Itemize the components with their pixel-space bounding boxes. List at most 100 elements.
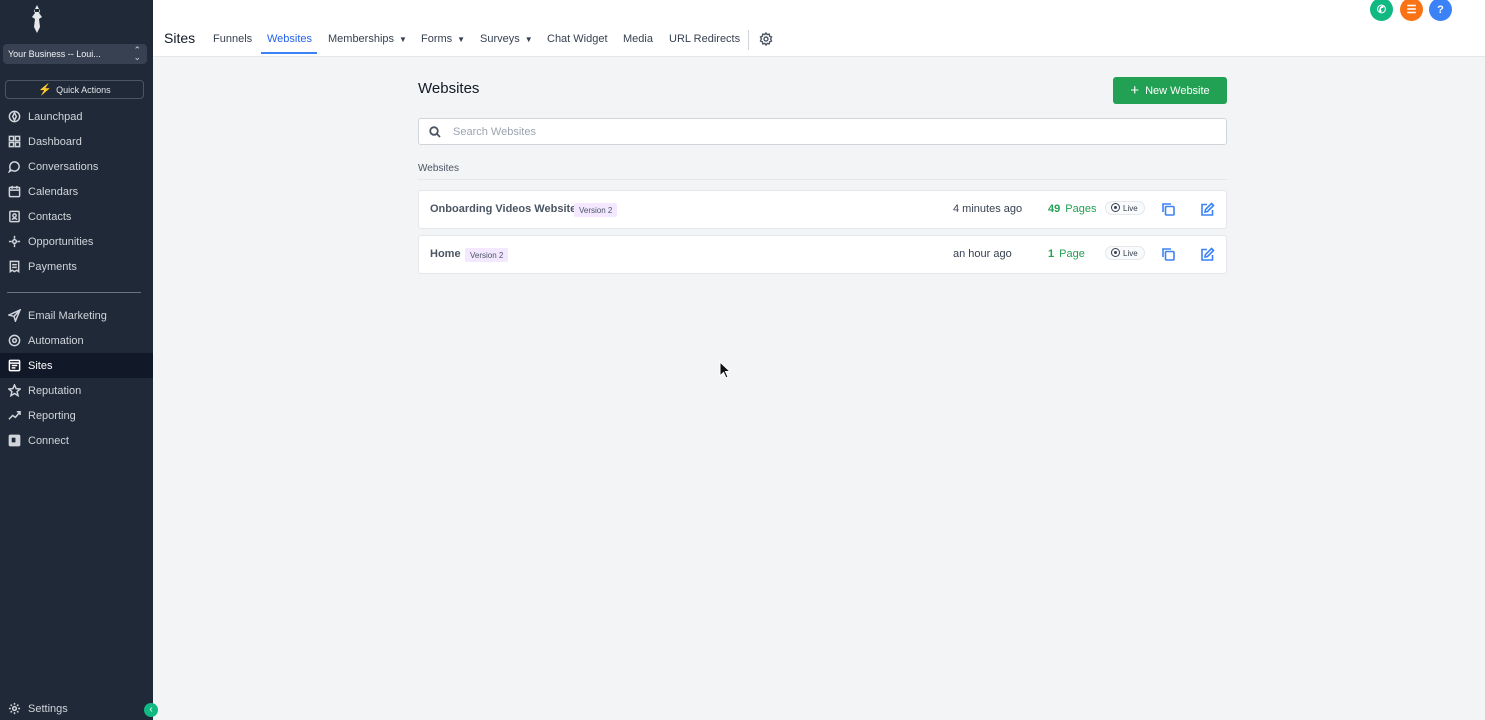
sidebar-item-dashboard[interactable]: Dashboard [0, 129, 153, 154]
live-status-icon [1111, 203, 1120, 212]
brand-logo-icon[interactable] [27, 5, 47, 33]
up-down-chevron-icon: ⌃ ⌄ [133, 45, 141, 62]
business-name: Your Business -- Loui... [8, 49, 101, 59]
sidebar-item-label: Automation [28, 334, 84, 347]
list-label: Websites [418, 163, 459, 174]
sidebar-item-label: Payments [28, 260, 77, 273]
tab-label: Surveys [480, 33, 520, 45]
sidebar-item-label: Reporting [28, 409, 76, 422]
automation-icon [8, 334, 21, 347]
tab-label: Media [623, 33, 653, 45]
plus-icon: + [1130, 81, 1140, 99]
sidebar-item-label: Contacts [28, 210, 72, 223]
sidebar-item-label: Calendars [28, 185, 79, 198]
website-row[interactable]: Home Version 2 an hour ago 1 Page Live [418, 235, 1227, 274]
sidebar-item-payments[interactable]: Payments [0, 254, 153, 279]
page-count-unit: Pages [1065, 203, 1097, 215]
tab-label: Websites [267, 33, 313, 45]
calendar-icon [8, 185, 21, 198]
sidebar-item-contacts[interactable]: Contacts [0, 204, 153, 229]
star-icon [8, 384, 21, 397]
tab-label: Funnels [213, 33, 253, 45]
list-divider [418, 179, 1227, 180]
version-badge: Version 2 [574, 203, 618, 217]
tab-label: Memberships [328, 33, 395, 45]
sidebar-item-conversations[interactable]: Conversations [0, 154, 153, 179]
top-bar: Sites Funnels Websites Memberships ▼ Form… [153, 0, 1485, 57]
chevron-down-icon: ▼ [399, 35, 407, 44]
sidebar-item-reputation[interactable]: Reputation [0, 378, 153, 403]
version-badge: Version 2 [465, 248, 509, 262]
mouse-cursor-icon [719, 361, 731, 379]
tab-label: Chat Widget [547, 33, 608, 45]
page-count-number: 1 [1048, 248, 1055, 260]
rocket-icon [8, 110, 21, 123]
trend-icon [8, 411, 21, 420]
sidebar-item-label: Email Marketing [28, 309, 107, 322]
sidebar-item-opportunities[interactable]: Opportunities [0, 229, 153, 254]
edit-icon[interactable] [1200, 247, 1215, 262]
section-title: Sites [164, 30, 196, 46]
sidebar-divider [7, 292, 141, 293]
sidebar-item-label: Opportunities [28, 235, 94, 248]
status-badge: Live [1105, 246, 1145, 260]
phone-icon: ✆ [1376, 4, 1387, 16]
collapse-sidebar-button[interactable]: ‹ [144, 703, 158, 717]
page-count: 1 Page [1048, 248, 1085, 260]
tab-chat-widget[interactable]: Chat Widget [547, 33, 608, 45]
tab-separator [748, 30, 749, 50]
page-title: Websites [418, 80, 480, 97]
sidebar: Your Business -- Loui... ⌃ ⌄ ⚡ Quick Acti… [0, 0, 158, 720]
sidebar-item-reporting[interactable]: Reporting [0, 403, 153, 428]
contacts-icon [9, 210, 20, 223]
sidebar-item-label: Reputation [28, 384, 82, 397]
sidebar-item-settings[interactable]: Settings [0, 696, 153, 720]
sidebar-item-launchpad[interactable]: Launchpad [0, 104, 153, 129]
connect-icon [8, 434, 21, 447]
search-icon [429, 126, 441, 138]
website-row[interactable]: Onboarding Videos Website Version 2 4 mi… [418, 190, 1227, 229]
sidebar-item-sites[interactable]: Sites [0, 353, 153, 378]
sidebar-item-label: Launchpad [28, 110, 83, 123]
duplicate-icon[interactable] [1161, 202, 1176, 217]
sidebar-item-label: Connect [28, 434, 69, 447]
status-badge: Live [1105, 201, 1145, 215]
help-button[interactable]: ? [1429, 0, 1452, 21]
sidebar-item-connect[interactable]: Connect [0, 428, 153, 453]
task-list-button[interactable]: ☰ [1400, 0, 1423, 21]
tab-label: URL Redirects [669, 33, 741, 45]
sidebar-item-automation[interactable]: Automation [0, 328, 153, 353]
duplicate-icon[interactable] [1161, 247, 1176, 262]
tab-label: Forms [421, 33, 453, 45]
edit-icon[interactable] [1200, 202, 1215, 217]
sidebar-item-label: Settings [28, 702, 68, 715]
tab-surveys[interactable]: Surveys ▼ [480, 33, 533, 45]
sidebar-item-email-marketing[interactable]: Email Marketing [0, 303, 153, 328]
quick-actions-button[interactable]: ⚡ Quick Actions [5, 80, 144, 99]
chevron-down-icon: ▼ [524, 35, 533, 44]
tab-funnels[interactable]: Funnels [213, 33, 252, 45]
dashboard-icon [8, 135, 21, 148]
tab-websites[interactable]: Websites [267, 33, 312, 45]
tab-media[interactable]: Media [623, 33, 653, 45]
website-name[interactable]: Onboarding Videos Website [430, 203, 576, 215]
tab-url-redirects[interactable]: URL Redirects [669, 33, 740, 45]
phone-button[interactable]: ✆ [1370, 0, 1393, 21]
new-website-button[interactable]: + New Website [1113, 77, 1227, 104]
chevron-down-icon: ▼ [457, 35, 466, 44]
site-settings-gear-icon[interactable] [759, 32, 773, 46]
sidebar-item-label: Dashboard [28, 135, 82, 148]
active-tab-underline [261, 52, 317, 54]
page-count-unit: Page [1059, 248, 1085, 260]
website-name[interactable]: Home [430, 248, 461, 260]
tab-memberships[interactable]: Memberships ▼ [328, 33, 407, 45]
tab-forms[interactable]: Forms ▼ [421, 33, 465, 45]
search-websites-input[interactable] [453, 123, 1213, 141]
status-label: Live [1123, 249, 1138, 258]
chat-icon [8, 161, 20, 173]
new-website-label: New Website [1145, 84, 1210, 97]
payments-icon [9, 260, 20, 273]
page-count-number: 49 [1048, 203, 1061, 215]
business-switcher[interactable]: Your Business -- Loui... ⌃ ⌄ [3, 44, 147, 64]
sidebar-item-calendars[interactable]: Calendars [0, 179, 153, 204]
